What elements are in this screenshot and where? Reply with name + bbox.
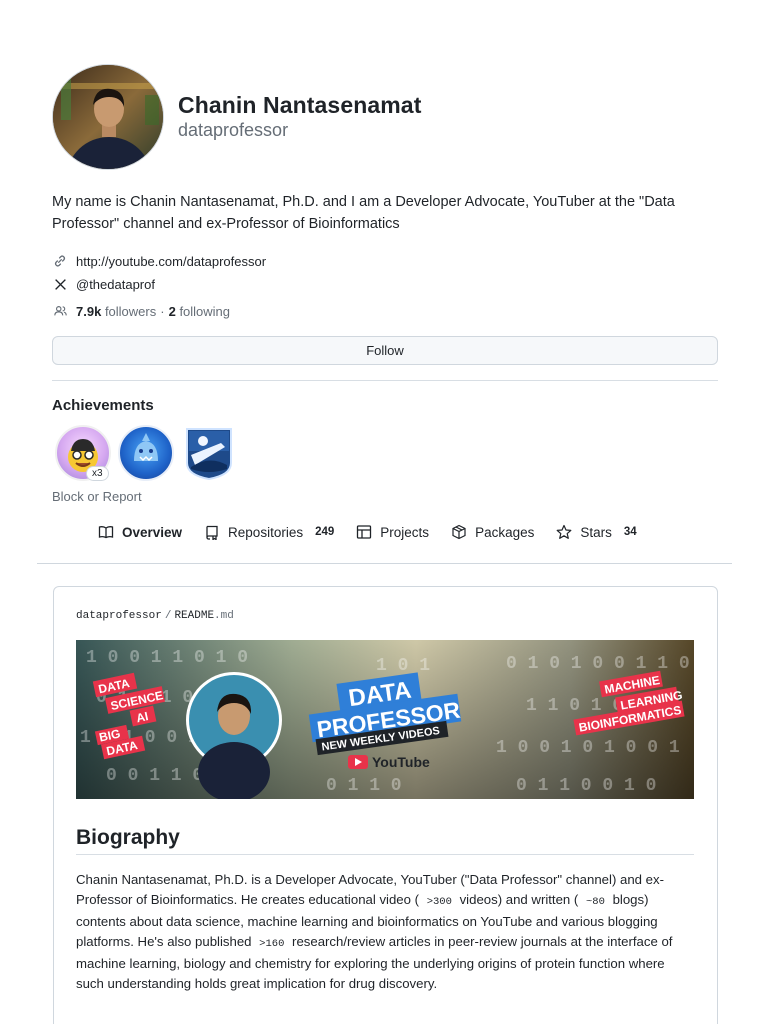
tab-projects[interactable]: Projects (356, 524, 429, 540)
star-icon (556, 524, 572, 540)
heading-divider (76, 854, 694, 855)
tab-label: Overview (122, 524, 183, 540)
following-link[interactable]: 2 following (169, 304, 230, 319)
following-count: 2 (168, 303, 176, 319)
tab-label: Repositories (228, 524, 304, 540)
stars-count: 34 (623, 526, 637, 538)
arctic-code-vault-badge-icon[interactable] (181, 425, 237, 481)
inline-code: ~80 (586, 895, 605, 908)
tab-overview[interactable]: Overview (98, 524, 182, 540)
repositories-count: 249 (315, 526, 335, 538)
profile-name: Chanin Nantasenamat (178, 92, 422, 118)
readme-file-name[interactable]: README (174, 610, 214, 622)
shark-badge-icon[interactable] (118, 425, 174, 481)
svg-text:1 0 0 1 1 0 1 0: 1 0 0 1 1 0 1 0 (86, 648, 248, 668)
readme-owner-link[interactable]: dataprofessor (76, 610, 162, 622)
link-icon (52, 253, 68, 269)
separator-dot: · (160, 303, 165, 319)
achievements-title: Achievements (52, 397, 154, 414)
svg-text:1 0 1: 1 0 1 (376, 656, 430, 676)
readme-file-ext: .md (214, 610, 234, 622)
biography-paragraph: Chanin Nantasenamat, Ph.D. is a Develope… (76, 870, 696, 994)
profile-login: dataprofessor (178, 120, 289, 140)
path-separator: / (164, 610, 172, 622)
tab-packages[interactable]: Packages (451, 524, 534, 540)
tab-label: Projects (380, 524, 430, 540)
followers-count: 7.9k (76, 303, 102, 319)
tab-label: Stars (580, 524, 612, 540)
bio-text: videos) and written ( (455, 891, 582, 907)
biography-heading: Biography (76, 826, 180, 849)
tabs-divider (37, 563, 732, 564)
followers-label: followers (104, 303, 157, 319)
tab-stars[interactable]: Stars 34 (556, 524, 637, 540)
badge-multiplier: x3 (86, 466, 109, 481)
svg-text:0 1 1 0: 0 1 1 0 (326, 776, 402, 796)
website-row: http://youtube.com/dataprofessor (52, 253, 266, 269)
inline-code: >300 (426, 895, 452, 908)
twitter-link[interactable]: @thedataprof (76, 277, 155, 292)
readme-path: dataprofessor / README.md (76, 610, 234, 622)
banner-portrait (186, 672, 282, 799)
book-icon (98, 524, 114, 540)
followers-link[interactable]: 7.9k followers (76, 304, 156, 319)
follow-button[interactable]: Follow (52, 336, 718, 365)
svg-text:1 0 0 1 0 1 0 0 1: 1 0 0 1 0 1 0 0 1 (496, 738, 680, 758)
people-icon (52, 303, 68, 319)
block-or-report-link[interactable]: Block or Report (52, 489, 142, 504)
following-label: following (179, 303, 231, 319)
svg-text:0 1 1 0 0 1 0: 0 1 1 0 0 1 0 (516, 776, 656, 796)
divider (52, 380, 718, 381)
banner-youtube-label: YouTube (372, 754, 430, 770)
x-logo-icon (52, 276, 68, 292)
followers-row: 7.9k followers · 2 following (52, 303, 230, 319)
readme-banner: 1 0 0 1 1 0 1 0 0 1 1 1 0 0 1 0 1 0 0 1 … (76, 640, 694, 799)
twitter-row: @thedataprof (52, 276, 155, 292)
repo-icon (204, 524, 220, 540)
package-icon (451, 524, 467, 540)
profile-tabs: Overview Repositories 249 Projects Packa… (98, 524, 659, 540)
tab-label: Packages (475, 524, 535, 540)
tab-repositories[interactable]: Repositories 249 (204, 524, 334, 540)
website-link[interactable]: http://youtube.com/dataprofessor (76, 254, 266, 269)
table-icon (356, 524, 372, 540)
svg-text:0 1 0 1 0 0 1 1 0: 0 1 0 1 0 0 1 1 0 (506, 654, 690, 674)
avatar[interactable] (52, 64, 164, 170)
inline-code: >160 (259, 937, 285, 950)
profile-bio: My name is Chanin Nantasenamat, Ph.D. an… (52, 194, 675, 232)
